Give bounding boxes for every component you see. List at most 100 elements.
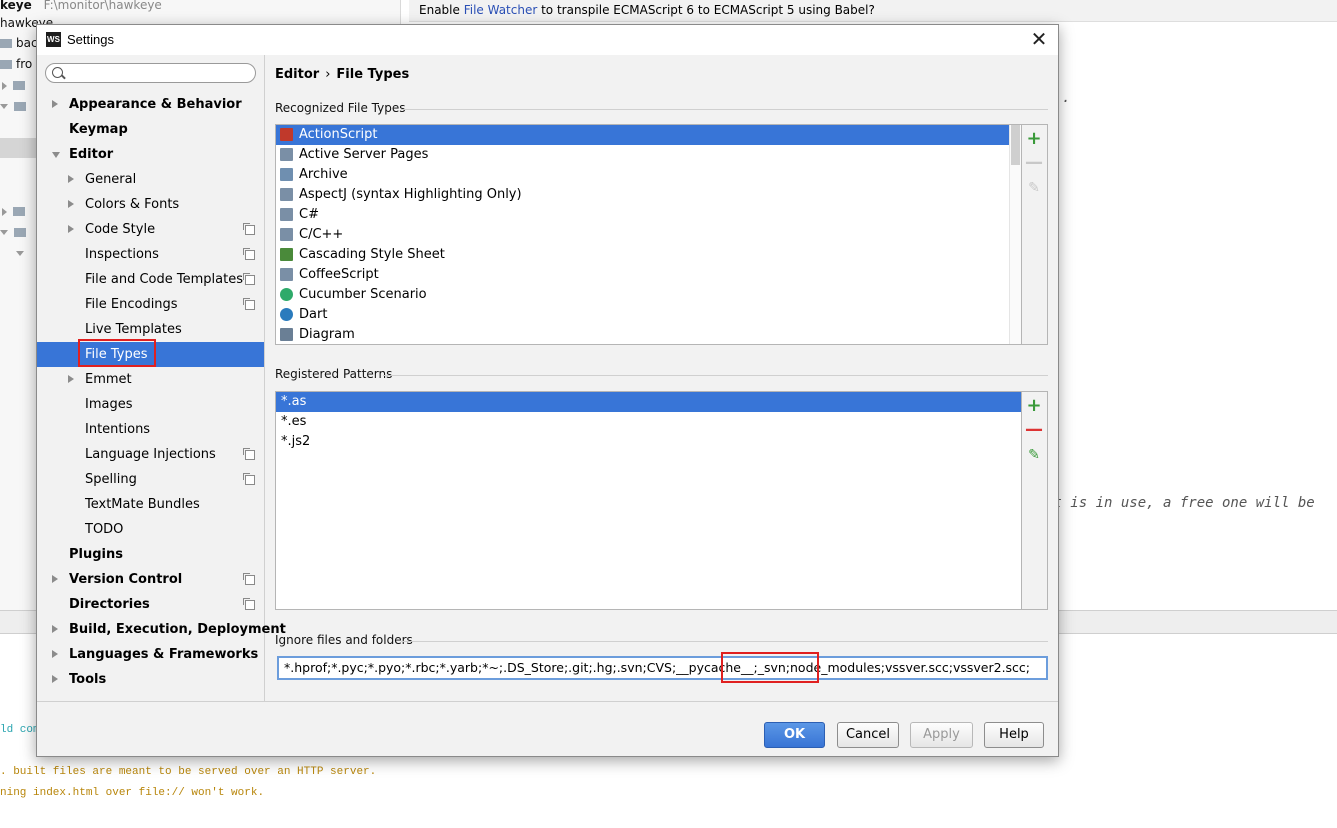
collapse-arrow-icon[interactable] [52,152,60,158]
expand-arrow-icon[interactable] [52,675,58,683]
file-type-row[interactable]: Cucumber Scenario [276,285,1021,305]
file-types-scrollbar[interactable] [1009,125,1021,344]
expand-arrow-icon[interactable] [68,225,74,233]
project-folder-row[interactable]: fro [0,54,32,74]
ok-button[interactable]: OK [764,722,825,748]
project-row-label: bac [16,36,38,50]
remove-pattern-button[interactable]: — [1022,418,1046,442]
cancel-button[interactable]: Cancel [837,722,899,748]
collapse-arrow-icon [16,251,24,256]
section-divider [401,109,1048,110]
editor-code-line: rt is in use, a free one will be [1045,495,1315,511]
sidebar-item-language-injections[interactable]: Language Injections [37,442,264,467]
expand-arrow-icon[interactable] [68,175,74,183]
add-pattern-button[interactable]: + [1022,394,1046,418]
folder-icon [0,39,12,48]
add-file-type-button[interactable]: + [1022,127,1046,151]
expand-arrow-icon[interactable] [52,625,58,633]
sidebar-item-spelling[interactable]: Spelling [37,467,264,492]
expand-arrow-icon[interactable] [68,375,74,383]
edit-pattern-button[interactable]: ✎ [1022,443,1046,467]
sidebar-item-tools[interactable]: Tools [37,667,264,692]
sidebar-item-inspections[interactable]: Inspections [37,242,264,267]
sidebar-item-label: Plugins [69,547,123,562]
file-type-label: CoffeeScript [299,267,379,282]
sidebar-item-code-style[interactable]: Code Style [37,217,264,242]
patterns-toolbar: + — ✎ [1022,391,1048,610]
file-watcher-banner: Enable File Watcher to transpile ECMAScr… [409,0,1337,22]
help-button[interactable]: Help [984,722,1044,748]
project-selected-row[interactable] [0,138,36,158]
folder-icon [13,207,25,216]
sidebar-item-build-execution-deployment[interactable]: Build, Execution, Deployment [37,617,286,642]
project-folder-row[interactable] [16,243,30,263]
remove-file-type-button[interactable]: — [1022,151,1046,175]
project-level-icon [243,273,255,285]
expand-arrow-icon[interactable] [68,200,74,208]
apply-button[interactable]: Apply [910,722,973,748]
expand-arrow-icon[interactable] [52,100,58,108]
sidebar-item-label: File Encodings [85,297,178,312]
file-type-row[interactable]: Archive [276,165,1021,185]
sidebar-item-textmate-bundles[interactable]: TextMate Bundles [37,492,264,517]
sidebar-item-file-and-code-templates[interactable]: File and Code Templates [37,267,264,292]
project-folder-row[interactable] [2,75,29,95]
file-type-row[interactable]: Active Server Pages [276,145,1021,165]
project-folder-row[interactable] [0,222,30,242]
file-watcher-link[interactable]: File Watcher [464,3,538,17]
pattern-row[interactable]: *.as [276,392,1021,412]
file-type-row[interactable]: CoffeeScript [276,265,1021,285]
sidebar-item-directories[interactable]: Directories [37,592,264,617]
dialog-titlebar[interactable]: WS Settings ✕ [37,25,1058,55]
pattern-row[interactable]: *.js2 [276,432,1021,452]
sidebar-item-keymap[interactable]: Keymap [37,117,264,142]
file-type-row[interactable]: ActionScript [276,125,1021,145]
project-folder-row[interactable] [2,201,29,221]
file-type-row[interactable]: Dart [276,305,1021,325]
sidebar-item-appearance-behavior[interactable]: Appearance & Behavior [37,92,264,117]
sidebar-item-todo[interactable]: TODO [37,517,264,542]
file-type-row[interactable]: AspectJ (syntax Highlighting Only) [276,185,1021,205]
registered-patterns-list[interactable]: *.as *.es *.js2 [275,391,1022,610]
close-icon[interactable]: ✕ [1028,27,1050,51]
sidebar-item-label: Appearance & Behavior [69,97,242,112]
sidebar-item-languages-frameworks[interactable]: Languages & Frameworks [37,642,264,667]
project-folder-row[interactable]: bac [0,33,38,53]
collapse-arrow-icon [0,104,8,109]
sidebar-item-label: Languages & Frameworks [69,647,259,662]
project-row-label: fro [16,57,33,71]
sidebar-item-images[interactable]: Images [37,392,264,417]
scrollbar-thumb[interactable] [1011,125,1020,165]
sidebar-item-label: Editor [69,147,114,162]
sidebar-item-plugins[interactable]: Plugins [37,542,264,567]
sidebar-item-file-encodings[interactable]: File Encodings [37,292,264,317]
asp-icon [280,148,293,161]
sidebar-item-emmet[interactable]: Emmet [37,367,264,392]
pattern-row[interactable]: *.es [276,412,1021,432]
file-type-row[interactable]: Cascading Style Sheet [276,245,1021,265]
sidebar-item-label: Emmet [85,372,132,387]
editor-code-fragment: . [1062,90,1071,106]
sidebar-item-label: Tools [69,672,107,687]
sidebar-item-colors-fonts[interactable]: Colors & Fonts [37,192,264,217]
sidebar-item-label: General [85,172,137,187]
file-type-label: ActionScript [299,127,378,142]
webstorm-logo-icon: WS [46,32,61,47]
recognized-file-types-list[interactable]: ActionScript Active Server Pages Archive As… [275,124,1022,345]
expand-arrow-icon[interactable] [52,575,58,583]
sidebar-item-intentions[interactable]: Intentions [37,417,264,442]
expand-arrow-icon [2,81,7,90]
file-type-row[interactable]: Diagram [276,325,1021,344]
project-folder-row[interactable] [0,96,30,116]
ignore-files-input[interactable]: *.hprof;*.pyc;*.pyo;*.rbc;*.yarb;*~;.DS_… [277,656,1048,680]
sidebar-item-general[interactable]: General [37,167,264,192]
css-icon [280,248,293,261]
settings-search[interactable] [45,63,256,83]
search-input[interactable] [68,65,252,83]
file-type-row[interactable]: C/C++ [276,225,1021,245]
expand-arrow-icon[interactable] [52,650,58,658]
sidebar-item-version-control[interactable]: Version Control [37,567,264,592]
edit-file-type-button[interactable]: ✎ [1022,176,1046,200]
sidebar-item-editor[interactable]: Editor [37,142,264,167]
file-type-row[interactable]: C# [276,205,1021,225]
